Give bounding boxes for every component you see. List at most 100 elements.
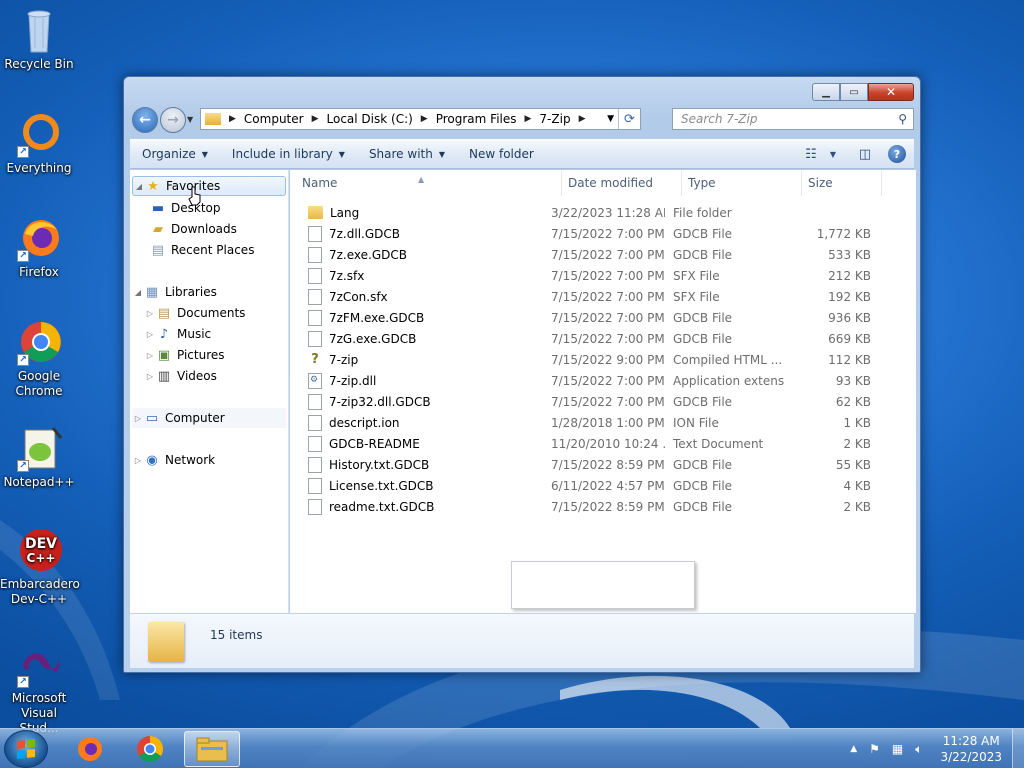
taskbar-explorer[interactable] bbox=[184, 731, 240, 767]
change-view-icon[interactable]: ☷ bbox=[800, 144, 822, 164]
desktop-icon-notepadpp[interactable]: ↗ Notepad++ bbox=[0, 424, 78, 490]
file-row[interactable]: GDCB-README 11/20/2010 10:24 ... Text Docu… bbox=[290, 433, 916, 454]
network-status-icon[interactable]: ▦ bbox=[892, 742, 903, 756]
start-button[interactable] bbox=[4, 730, 48, 768]
column-type-label: Type bbox=[688, 176, 716, 190]
nav-network[interactable]: ▷ ◉ Network bbox=[132, 450, 215, 470]
file-size: 2 KB bbox=[843, 499, 871, 514]
column-type[interactable]: Type bbox=[682, 170, 802, 196]
breadcrumb-separator-icon[interactable]: ▶ bbox=[525, 114, 532, 124]
organize-button[interactable]: Organize ▼ bbox=[130, 147, 220, 161]
breadcrumb-separator-icon[interactable]: ▶ bbox=[229, 114, 236, 124]
file-name-cell: License.txt.GDCB bbox=[290, 477, 545, 494]
nav-favorites[interactable]: ◢ ★ Favorites bbox=[132, 176, 286, 196]
file-row[interactable]: 7-zip32.dll.GDCB 7/15/2022 7:00 PM GDCB Fi… bbox=[290, 391, 916, 412]
file-row[interactable]: 7z.sfx 7/15/2022 7:00 PM SFX File 212 KB bbox=[290, 265, 916, 286]
refresh-icon[interactable]: ⟳ bbox=[618, 109, 640, 129]
file-row[interactable]: 7zG.exe.GDCB 7/15/2022 7:00 PM GDCB File 66… bbox=[290, 328, 916, 349]
search-icon[interactable]: ⚲ bbox=[898, 112, 907, 126]
nav-label: Network bbox=[165, 453, 216, 467]
expand-icon[interactable]: ▷ bbox=[144, 309, 156, 318]
file-type: Compiled HTML ... bbox=[673, 352, 783, 367]
new-folder-button[interactable]: New folder bbox=[457, 147, 546, 161]
nav-label: Videos bbox=[177, 369, 217, 383]
file-row[interactable]: readme.txt.GDCB 7/15/2022 8:59 PM GDCB Fil… bbox=[290, 496, 916, 517]
breadcrumb-separator-icon[interactable]: ▶ bbox=[312, 114, 319, 124]
breadcrumb-local-disk[interactable]: Local Disk (C:) bbox=[327, 112, 413, 126]
nav-downloads[interactable]: ▰ Downloads bbox=[150, 219, 237, 239]
include-in-library-button[interactable]: Include in library ▼ bbox=[220, 147, 357, 161]
desktop-icon-everything[interactable]: ↗ Everything bbox=[0, 110, 78, 176]
hand-cursor-icon bbox=[188, 186, 201, 206]
file-row[interactable]: 7-zip.dll 7/15/2022 7:00 PM Application ex… bbox=[290, 370, 916, 391]
desktop-icon-label: Everything bbox=[6, 161, 72, 175]
file-rows: Lang 3/22/2023 11:28 AM File folder 7z.dll.… bbox=[290, 202, 916, 517]
back-button[interactable]: ← bbox=[132, 107, 158, 133]
address-bar[interactable]: ▶ Computer ▶ Local Disk (C:) ▶ Program F… bbox=[200, 108, 641, 130]
collapse-icon[interactable]: ◢ bbox=[133, 182, 145, 191]
file-row[interactable]: 7z.dll.GDCB 7/15/2022 7:00 PM GDCB File 1,7… bbox=[290, 223, 916, 244]
minimize-button[interactable]: ▁ bbox=[812, 83, 840, 101]
expand-icon[interactable]: ▷ bbox=[144, 372, 156, 381]
file-row[interactable]: 7zFM.exe.GDCB 7/15/2022 7:00 PM GDCB File 9… bbox=[290, 307, 916, 328]
column-date-modified[interactable]: Date modified bbox=[562, 170, 682, 196]
breadcrumb-separator-icon[interactable]: ▶ bbox=[421, 114, 428, 124]
desktop-icon-firefox[interactable]: ↗ Firefox bbox=[0, 214, 78, 280]
file-row[interactable]: License.txt.GDCB 6/11/2022 4:57 PM GDCB Fi… bbox=[290, 475, 916, 496]
column-size[interactable]: Size bbox=[802, 170, 882, 196]
file-name: 7-zip.dll bbox=[329, 373, 377, 388]
help-button[interactable]: ? bbox=[886, 144, 908, 164]
file-row[interactable]: Lang 3/22/2023 11:28 AM File folder bbox=[290, 202, 916, 223]
file-icon bbox=[308, 225, 322, 242]
show-hidden-icons-icon[interactable]: ▲ bbox=[850, 744, 857, 754]
nav-pictures[interactable]: ▷ ▣ Pictures bbox=[144, 345, 225, 365]
desktop-icon-chrome[interactable]: ↗ Google Chrome bbox=[0, 318, 78, 399]
nav-computer[interactable]: ▷ ▭ Computer bbox=[132, 408, 286, 428]
desktop-icon-recycle-bin[interactable]: Recycle Bin bbox=[0, 6, 78, 72]
nav-videos[interactable]: ▷ ▥ Videos bbox=[144, 366, 217, 386]
nav-music[interactable]: ▷ ♪ Music bbox=[144, 324, 211, 344]
breadcrumb-separator-icon[interactable]: ▶ bbox=[579, 114, 586, 124]
show-desktop-button[interactable] bbox=[1012, 729, 1024, 768]
column-name[interactable]: Name ▲ bbox=[290, 170, 562, 196]
share-with-button[interactable]: Share with ▼ bbox=[357, 147, 457, 161]
file-row[interactable]: 7z.exe.GDCB 7/15/2022 7:00 PM GDCB File 533… bbox=[290, 244, 916, 265]
clock[interactable]: 11:28 AM 3/22/2023 bbox=[940, 733, 1002, 765]
file-date: 7/15/2022 7:00 PM bbox=[551, 310, 665, 325]
file-date: 7/15/2022 7:00 PM bbox=[551, 394, 665, 409]
volume-icon[interactable]: 🔈︎ bbox=[915, 742, 922, 757]
file-name-cell: 7z.sfx bbox=[290, 267, 545, 284]
breadcrumb-program-files[interactable]: Program Files bbox=[436, 112, 517, 126]
nav-recent-places[interactable]: ▤ Recent Places bbox=[150, 240, 255, 260]
forward-button[interactable]: → bbox=[160, 107, 186, 133]
action-center-icon[interactable]: ⚑ bbox=[869, 742, 880, 756]
taskbar-chrome[interactable] bbox=[122, 731, 178, 767]
file-icon bbox=[308, 246, 322, 263]
recent-pages-dropdown[interactable]: ▼ bbox=[187, 115, 193, 124]
view-dropdown-icon[interactable]: ▼ bbox=[822, 144, 844, 164]
file-size: 4 KB bbox=[843, 478, 871, 493]
address-dropdown-icon[interactable]: ▼ bbox=[607, 114, 614, 124]
expand-icon[interactable]: ▷ bbox=[132, 456, 144, 465]
expand-icon[interactable]: ▷ bbox=[144, 330, 156, 339]
nav-libraries[interactable]: ◢ ▦ Libraries bbox=[132, 282, 217, 302]
nav-desktop[interactable]: ▬ Desktop bbox=[150, 198, 221, 218]
file-row[interactable]: ? 7-zip 7/15/2022 9:00 PM Compiled HTML ...… bbox=[290, 349, 916, 370]
close-button[interactable]: ✕ bbox=[868, 83, 914, 101]
search-input[interactable]: Search 7-Zip ⚲ bbox=[672, 108, 914, 130]
expand-icon[interactable]: ▷ bbox=[132, 414, 144, 423]
breadcrumb-computer[interactable]: Computer bbox=[244, 112, 304, 126]
preview-pane-icon[interactable]: ◫ bbox=[854, 144, 876, 164]
desktop-icon-devcpp[interactable]: DEV C++ Embarcadero Dev-C++ bbox=[0, 526, 80, 607]
maximize-button[interactable]: ▭ bbox=[840, 83, 868, 101]
collapse-icon[interactable]: ◢ bbox=[132, 288, 144, 297]
desktop-icon-label: Recycle Bin bbox=[4, 57, 74, 71]
nav-documents[interactable]: ▷ ▤ Documents bbox=[144, 303, 246, 323]
file-row[interactable]: descript.ion 1/28/2018 1:00 PM ION File 1 K… bbox=[290, 412, 916, 433]
file-row[interactable]: 7zCon.sfx 7/15/2022 7:00 PM SFX File 192 KB bbox=[290, 286, 916, 307]
taskbar-firefox[interactable] bbox=[62, 731, 118, 767]
expand-icon[interactable]: ▷ bbox=[144, 351, 156, 360]
file-row[interactable]: History.txt.GDCB 7/15/2022 8:59 PM GDCB Fi… bbox=[290, 454, 916, 475]
breadcrumb-7zip[interactable]: 7-Zip bbox=[539, 112, 570, 126]
desktop-icon-visual-studio[interactable]: ↗ Microsoft Visual Stud... bbox=[0, 640, 78, 736]
